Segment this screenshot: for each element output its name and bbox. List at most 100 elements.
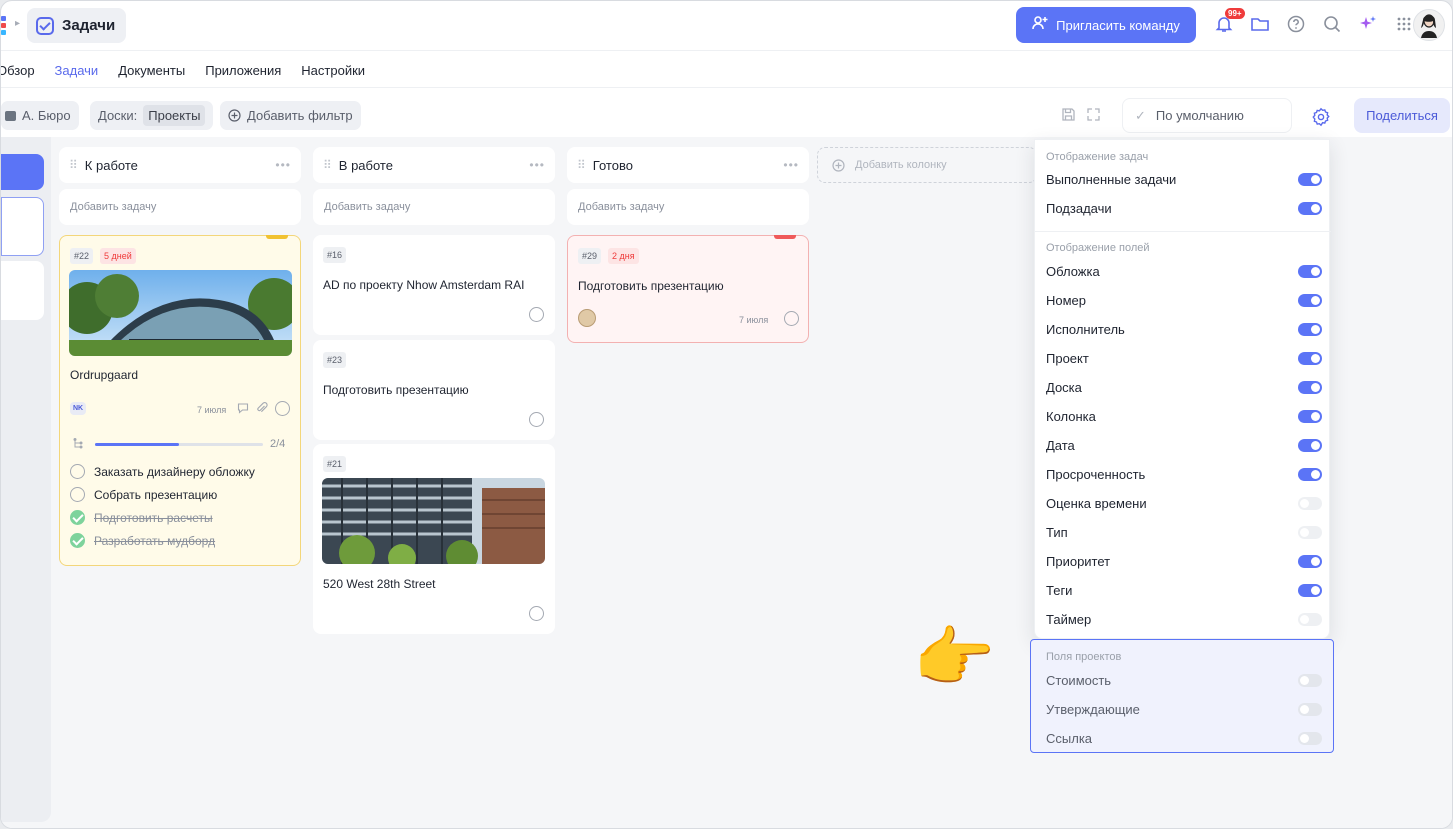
subtask-progress-fill [95, 443, 179, 446]
setting-field-10[interactable]: Приоритет [1046, 550, 1322, 572]
rail-card-selected[interactable] [1, 197, 44, 256]
setting-field-5[interactable]: Колонка [1046, 405, 1322, 427]
setting-field-9[interactable]: Тип [1046, 521, 1322, 543]
tab-apps[interactable]: Приложения [205, 63, 281, 78]
search-button[interactable] [1319, 11, 1345, 37]
board-settings-button[interactable] [1309, 105, 1333, 129]
add-filter-button[interactable]: Добавить фильтр [220, 101, 361, 130]
setting-subtasks[interactable]: Подзадачи [1046, 197, 1322, 219]
complete-task-toggle[interactable] [529, 307, 544, 322]
tab-tasks[interactable]: Задачи [55, 63, 99, 78]
user-avatar[interactable] [1413, 9, 1445, 41]
task-card-22[interactable]: #22 5 дней Ordrupgaard NK 7 июля 2/4 Зак… [59, 235, 301, 566]
column-header-done[interactable]: ⠿ Готово ••• [567, 147, 809, 183]
toggle-switch[interactable] [1298, 467, 1322, 481]
setting-field-6[interactable]: Дата [1046, 434, 1322, 456]
task-title: AD по проекту Nhow Amsterdam RAI [323, 278, 525, 292]
app-switcher[interactable]: Задачи [27, 8, 127, 43]
subtask-checkbox-done[interactable] [70, 533, 85, 548]
rail-active-item[interactable] [1, 154, 44, 190]
more-icon[interactable]: ••• [529, 158, 545, 172]
subtask-item[interactable]: Заказать дизайнеру обложку [70, 464, 255, 479]
toggle-switch[interactable] [1298, 264, 1322, 278]
setting-field-8[interactable]: Оценка времени [1046, 492, 1322, 514]
toggle-switch[interactable] [1298, 583, 1322, 597]
tab-overview[interactable]: Обзор [1, 63, 35, 78]
drag-handle-icon[interactable]: ⠿ [577, 158, 586, 172]
toggle-switch[interactable] [1298, 322, 1322, 336]
more-icon[interactable]: ••• [275, 158, 291, 172]
invite-team-button[interactable]: Пригласить команду [1016, 7, 1196, 43]
complete-task-toggle[interactable] [529, 606, 544, 621]
setting-label: Утверждающие [1046, 701, 1140, 717]
add-column-button[interactable]: Добавить колонку [817, 147, 1037, 183]
share-button[interactable]: Поделиться [1354, 98, 1450, 133]
subtask-item[interactable]: Разработать мудборд [70, 533, 215, 548]
expand-icon[interactable] [1086, 107, 1101, 122]
tab-documents[interactable]: Документы [118, 63, 185, 78]
setting-field-12[interactable]: Таймер [1046, 608, 1322, 630]
subtask-item[interactable]: Собрать презентацию [70, 487, 217, 502]
toggle-switch[interactable] [1298, 702, 1322, 716]
setting-link[interactable]: Ссылка [1046, 727, 1322, 749]
add-task-button[interactable]: Добавить задачу [567, 189, 809, 225]
complete-task-toggle[interactable] [784, 311, 799, 326]
app-title: Задачи [62, 17, 116, 34]
save-icon[interactable] [1061, 107, 1076, 122]
cover-image-520-west [322, 478, 545, 564]
setting-field-0[interactable]: Обложка [1046, 260, 1322, 282]
setting-field-11[interactable]: Теги [1046, 579, 1322, 601]
column-header-todo[interactable]: ⠿ К работе ••• [59, 147, 301, 183]
notifications-button[interactable]: 99+ [1211, 8, 1245, 37]
subtask-checkbox[interactable] [70, 464, 85, 479]
folder-button[interactable] [1247, 11, 1273, 37]
setting-label: Теги [1046, 582, 1073, 598]
toggle-switch[interactable] [1298, 673, 1322, 687]
setting-field-1[interactable]: Номер [1046, 289, 1322, 311]
setting-field-3[interactable]: Проект [1046, 347, 1322, 369]
subtask-item[interactable]: Подготовить расчеты [70, 510, 213, 525]
toggle-switch[interactable] [1298, 380, 1322, 394]
setting-completed-tasks[interactable]: Выполненные задачи [1046, 168, 1322, 190]
toggle-switch[interactable] [1298, 525, 1322, 539]
more-icon[interactable]: ••• [783, 158, 799, 172]
rail-card[interactable] [1, 261, 44, 320]
toggle-switch[interactable] [1298, 438, 1322, 452]
section-title-field-display: Отображение полей [1046, 242, 1150, 254]
setting-approvers[interactable]: Утверждающие [1046, 698, 1322, 720]
toggle-switch[interactable] [1298, 554, 1322, 568]
setting-field-7[interactable]: Просроченность [1046, 463, 1322, 485]
task-card-29[interactable]: #29 2 дня Подготовить презентацию 7 июля [567, 235, 809, 343]
complete-task-toggle[interactable] [275, 401, 290, 416]
drag-handle-icon[interactable]: ⠿ [69, 158, 78, 172]
task-card-21[interactable]: #21 520 West 28th Street [313, 444, 555, 634]
gear-icon [1312, 107, 1330, 127]
toggle-switch[interactable] [1298, 731, 1322, 745]
toggle-switch[interactable] [1298, 172, 1322, 186]
setting-field-4[interactable]: Доска [1046, 376, 1322, 398]
drag-handle-icon[interactable]: ⠿ [323, 158, 332, 172]
setting-cost[interactable]: Стоимость [1046, 669, 1322, 691]
add-task-button[interactable]: Добавить задачу [313, 189, 555, 225]
toggle-switch[interactable] [1298, 351, 1322, 365]
ai-button[interactable] [1355, 11, 1381, 37]
toggle-switch[interactable] [1298, 496, 1322, 510]
add-task-button[interactable]: Добавить задачу [59, 189, 301, 225]
boards-filter[interactable]: Доски: Проекты [90, 101, 214, 130]
view-selector[interactable]: ✓ По умолчанию [1122, 98, 1292, 133]
column-header-in-progress[interactable]: ⠿ В работе ••• [313, 147, 555, 183]
complete-task-toggle[interactable] [529, 412, 544, 427]
task-card-23[interactable]: #23 Подготовить презентацию [313, 340, 555, 440]
setting-field-2[interactable]: Исполнитель [1046, 318, 1322, 340]
toggle-switch[interactable] [1298, 201, 1322, 215]
help-button[interactable] [1283, 11, 1309, 37]
tab-settings[interactable]: Настройки [301, 63, 365, 78]
task-card-16[interactable]: #16 AD по проекту Nhow Amsterdam RAI [313, 235, 555, 335]
subtask-checkbox-done[interactable] [70, 510, 85, 525]
toggle-switch[interactable] [1298, 409, 1322, 423]
workspace-filter[interactable]: А. Бюро [1, 101, 79, 130]
toggle-switch[interactable] [1298, 293, 1322, 307]
subtask-checkbox[interactable] [70, 487, 85, 502]
app-logo-icon[interactable] [1, 13, 13, 37]
toggle-switch[interactable] [1298, 612, 1322, 626]
